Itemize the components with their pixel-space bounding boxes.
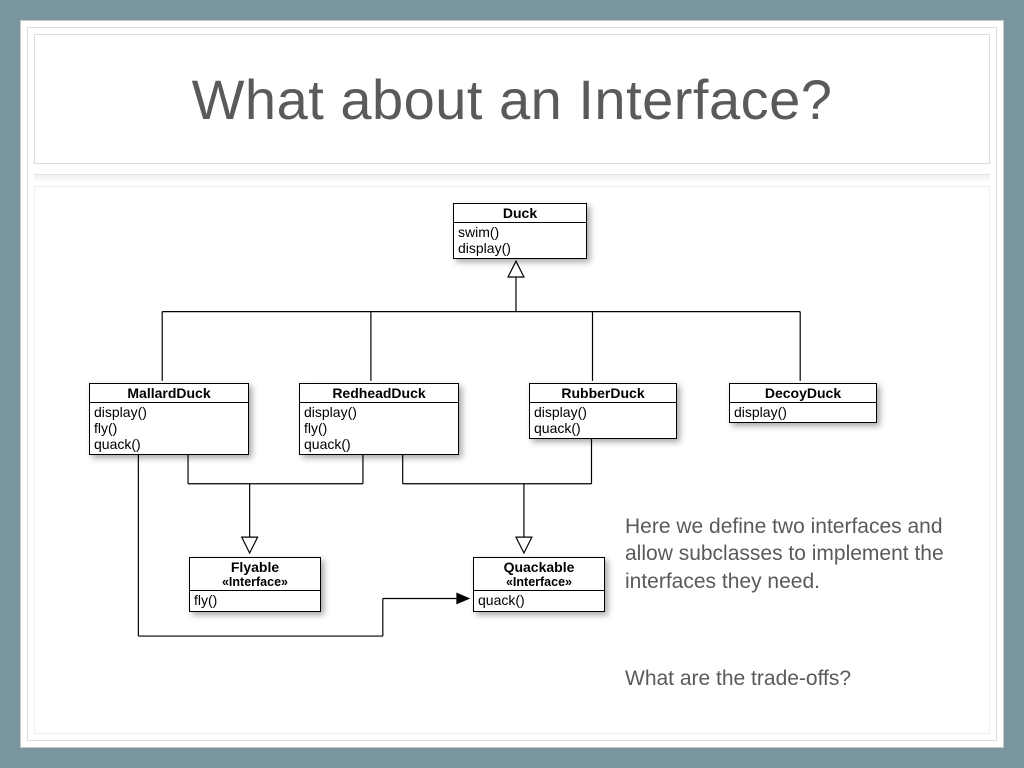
title-box: What about an Interface?	[34, 34, 990, 164]
method: swim()	[458, 224, 582, 240]
slide-frame: What about an Interface?	[0, 0, 1024, 768]
uml-class-redhead: RedheadDuck display() fly() quack()	[299, 383, 459, 455]
method: quack()	[478, 592, 600, 608]
uml-class-rubber: RubberDuck display() quack()	[529, 383, 677, 439]
class-name: RubberDuck	[561, 385, 644, 401]
method: quack()	[304, 436, 454, 452]
method: quack()	[94, 436, 244, 452]
method: fly()	[304, 420, 454, 436]
method: display()	[304, 404, 454, 420]
slide-inner: What about an Interface?	[27, 27, 997, 741]
uml-class-duck: Duck swim() display()	[453, 203, 587, 259]
stereotype: «Interface»	[478, 575, 600, 589]
uml-interface-flyable: Flyable «Interface» fly()	[189, 557, 321, 612]
diagram-area: Duck swim() display() MallardDuck displa…	[34, 186, 990, 734]
uml-class-mallard: MallardDuck display() fly() quack()	[89, 383, 249, 455]
caption-text-2: What are the trade-offs?	[625, 665, 975, 692]
slide: What about an Interface?	[20, 20, 1004, 748]
method: display()	[534, 404, 672, 420]
interface-name: Flyable	[231, 559, 279, 575]
caption-text-1: Here we define two interfaces and allow …	[625, 513, 975, 595]
method: display()	[458, 240, 582, 256]
class-name: MallardDuck	[127, 385, 210, 401]
method: display()	[734, 404, 872, 420]
interface-name: Quackable	[504, 559, 575, 575]
method: display()	[94, 404, 244, 420]
method: fly()	[194, 592, 316, 608]
method: quack()	[534, 420, 672, 436]
method: fly()	[94, 420, 244, 436]
uml-interface-quackable: Quackable «Interface» quack()	[473, 557, 605, 612]
uml-class-decoy: DecoyDuck display()	[729, 383, 877, 423]
class-name: RedheadDuck	[332, 385, 425, 401]
class-name: DecoyDuck	[765, 385, 841, 401]
divider	[34, 174, 990, 181]
connectors	[35, 187, 989, 733]
class-name: Duck	[503, 205, 537, 221]
stereotype: «Interface»	[194, 575, 316, 589]
slide-title: What about an Interface?	[192, 67, 833, 132]
